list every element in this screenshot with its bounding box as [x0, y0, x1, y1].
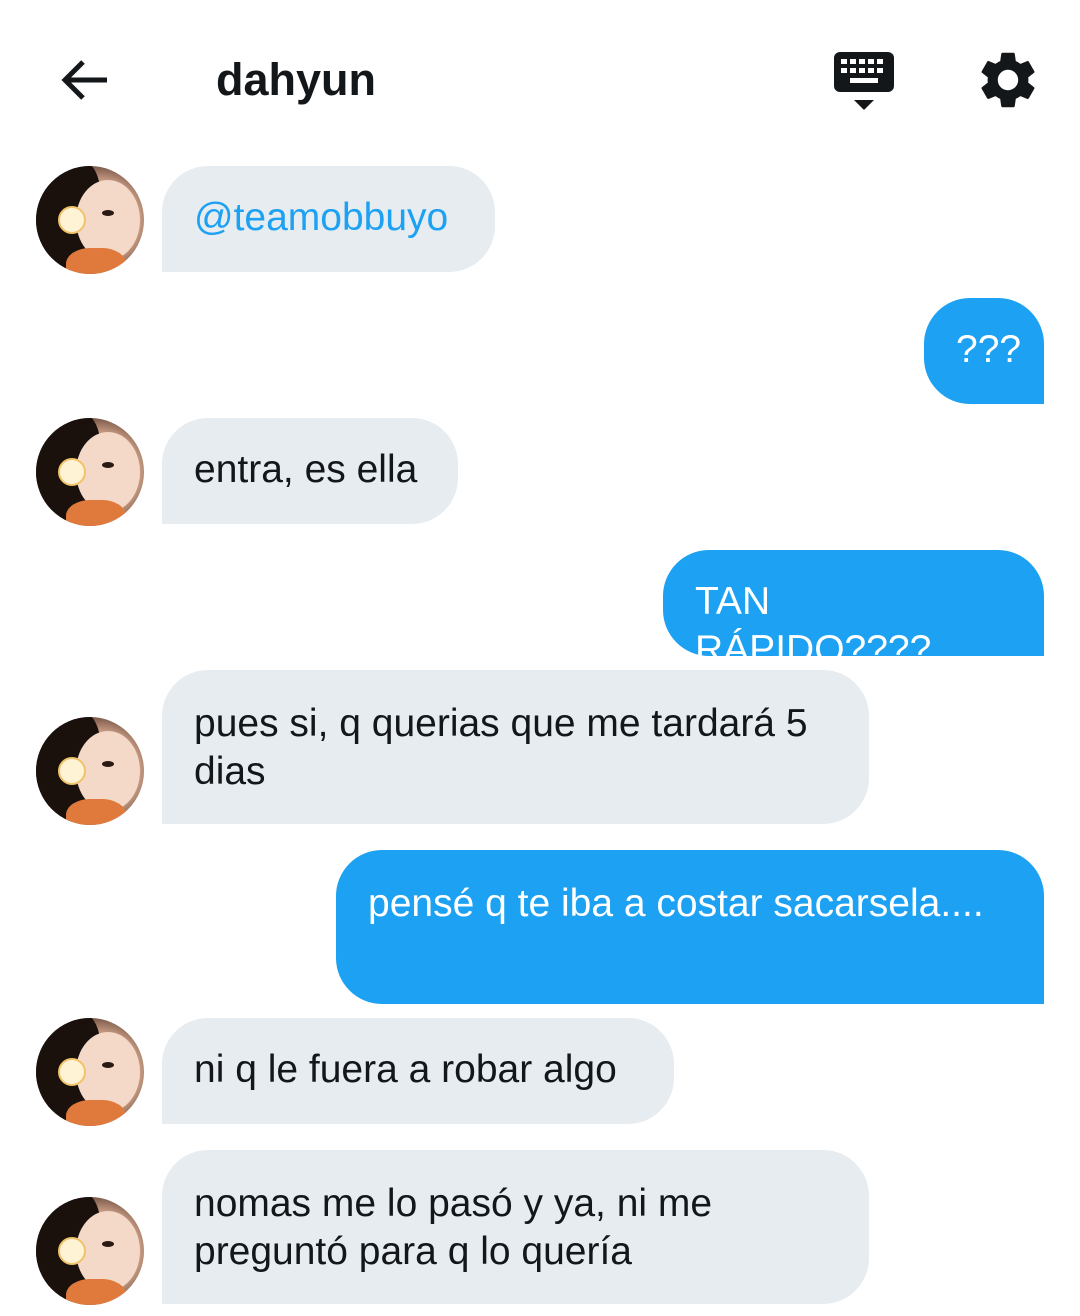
avatar[interactable]	[36, 1018, 144, 1126]
avatar[interactable]	[36, 166, 144, 274]
message-text: pensé q te iba a costar sacarsela....	[368, 882, 984, 925]
message-text: ???	[956, 328, 1022, 371]
message-bubble-outgoing[interactable]: pensé q te iba a costar sacarsela....	[336, 850, 1044, 1004]
message-bubble-incoming[interactable]: nomas me lo pasó y ya, ni me preguntó pa…	[162, 1150, 869, 1304]
avatar[interactable]	[36, 418, 144, 526]
message-text: TAN RÁPIDO????	[695, 580, 932, 671]
message-text: pues si, q querias que me tardará 5 dias	[194, 702, 808, 793]
mention-link[interactable]: @teamobbuyo	[194, 196, 448, 239]
conversation-title: dahyun	[216, 54, 377, 105]
message-text: nomas me lo pasó y ya, ni me preguntó pa…	[194, 1182, 713, 1273]
message-bubble-incoming[interactable]: entra, es ella	[162, 418, 458, 524]
keyboard-toggle-button[interactable]	[828, 48, 900, 114]
avatar[interactable]	[36, 1197, 144, 1305]
keyboard-icon	[834, 52, 894, 110]
arrow-left-icon	[61, 60, 107, 100]
conversation-header: dahyun	[0, 0, 1080, 150]
back-button[interactable]	[54, 50, 114, 110]
message-bubble-outgoing[interactable]: TAN RÁPIDO????	[663, 550, 1044, 671]
message-text: ni q le fuera a robar algo	[194, 1048, 617, 1091]
message-bubble-incoming[interactable]: ni q le fuera a robar algo	[162, 1018, 674, 1124]
settings-button[interactable]	[974, 46, 1042, 114]
message-bubble-incoming[interactable]: pues si, q querias que me tardará 5 dias	[162, 670, 869, 824]
avatar[interactable]	[36, 717, 144, 825]
gear-icon	[981, 52, 1035, 108]
message-bubble-incoming[interactable]: @teamobbuyo	[162, 166, 495, 272]
message-bubble-outgoing[interactable]: ???	[924, 298, 1044, 404]
message-text: entra, es ella	[194, 448, 418, 491]
